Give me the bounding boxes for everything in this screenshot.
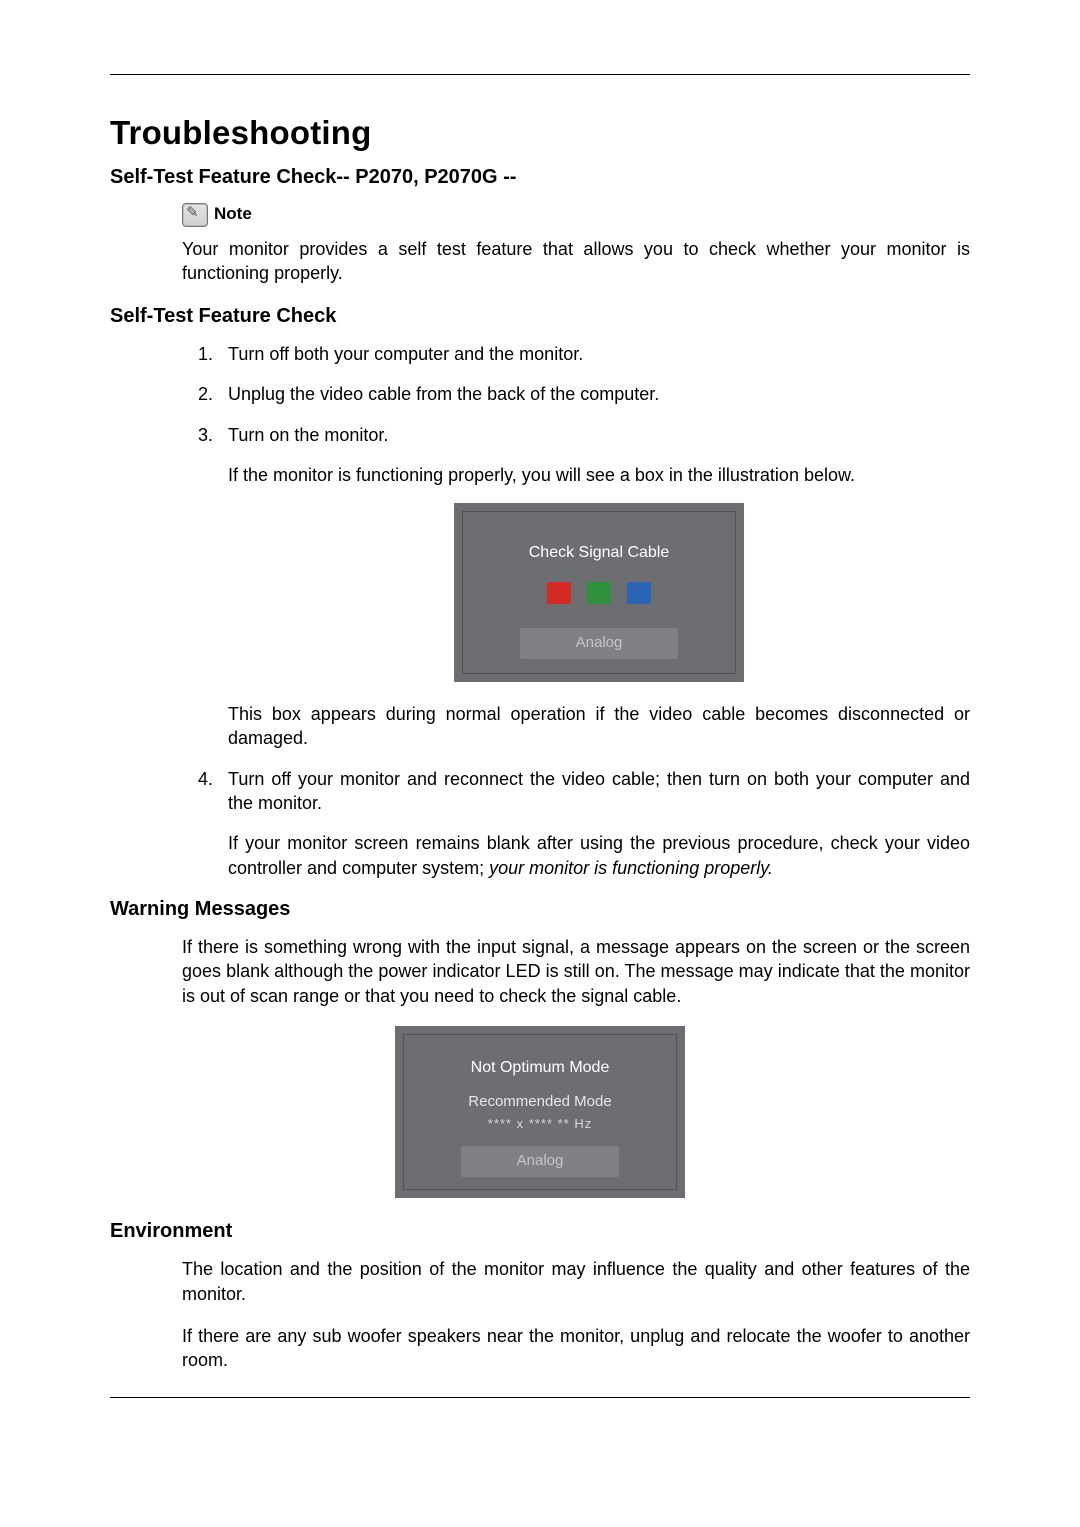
step-4: Turn off your monitor and reconnect the … (218, 767, 970, 880)
step-4-sub-italic: your monitor is functioning properly. (489, 858, 773, 878)
step-3-sub: If the monitor is functioning properly, … (228, 463, 970, 487)
heading-warning-messages: Warning Messages (110, 896, 970, 923)
note-label: Note (214, 203, 252, 226)
osd-square-red (547, 582, 571, 604)
osd-box: Not Optimum Mode Recommended Mode **** x… (395, 1026, 685, 1199)
bottom-rule (110, 1397, 970, 1398)
osd-figure-check-signal: Check Signal Cable Analog (454, 503, 744, 682)
note-row: Note (182, 203, 970, 227)
osd-check-signal-text: Check Signal Cable (473, 542, 725, 564)
selftest-steps: Turn off both your computer and the moni… (182, 342, 970, 880)
document-page: Troubleshooting Self-Test Feature Check-… (0, 0, 1080, 1527)
heading-selftest-models: Self-Test Feature Check-- P2070, P2070G … (110, 164, 970, 191)
osd-square-blue (627, 582, 651, 604)
heading-environment: Environment (110, 1218, 970, 1245)
warning-body: If there is something wrong with the inp… (182, 935, 970, 1008)
environment-p1: The location and the position of the mon… (182, 1257, 970, 1306)
osd-recommended-text: Recommended Mode (414, 1092, 666, 1112)
osd-not-optimum-text: Not Optimum Mode (414, 1057, 666, 1079)
step-4-sub: If your monitor screen remains blank aft… (228, 831, 970, 880)
osd-inner: Check Signal Cable Analog (462, 511, 736, 674)
step-3-after: This box appears during normal operation… (228, 702, 970, 751)
environment-p2: If there are any sub woofer speakers nea… (182, 1324, 970, 1373)
step-3-text: Turn on the monitor. (228, 425, 388, 445)
osd-analog-bar: Analog (461, 1146, 619, 1177)
osd-color-row (473, 582, 725, 604)
osd-box: Check Signal Cable Analog (454, 503, 744, 682)
step-4-text: Turn off your monitor and reconnect the … (228, 769, 970, 813)
heading-selftest: Self-Test Feature Check (110, 303, 970, 330)
step-3: Turn on the monitor. If the monitor is f… (218, 423, 970, 751)
top-rule (110, 74, 970, 75)
osd-figure-not-optimum: Not Optimum Mode Recommended Mode **** x… (395, 1026, 685, 1199)
osd-resolution-text: **** x **** ** Hz (414, 1115, 666, 1133)
page-title: Troubleshooting (110, 111, 970, 156)
osd-inner: Not Optimum Mode Recommended Mode **** x… (403, 1034, 677, 1191)
osd-square-green (587, 582, 611, 604)
note-body: Your monitor provides a self test featur… (182, 237, 970, 286)
step-1-text: Turn off both your computer and the moni… (228, 344, 583, 364)
osd-analog-bar: Analog (520, 628, 678, 659)
note-icon (182, 203, 208, 227)
step-2-text: Unplug the video cable from the back of … (228, 384, 659, 404)
step-2: Unplug the video cable from the back of … (218, 382, 970, 406)
step-1: Turn off both your computer and the moni… (218, 342, 970, 366)
